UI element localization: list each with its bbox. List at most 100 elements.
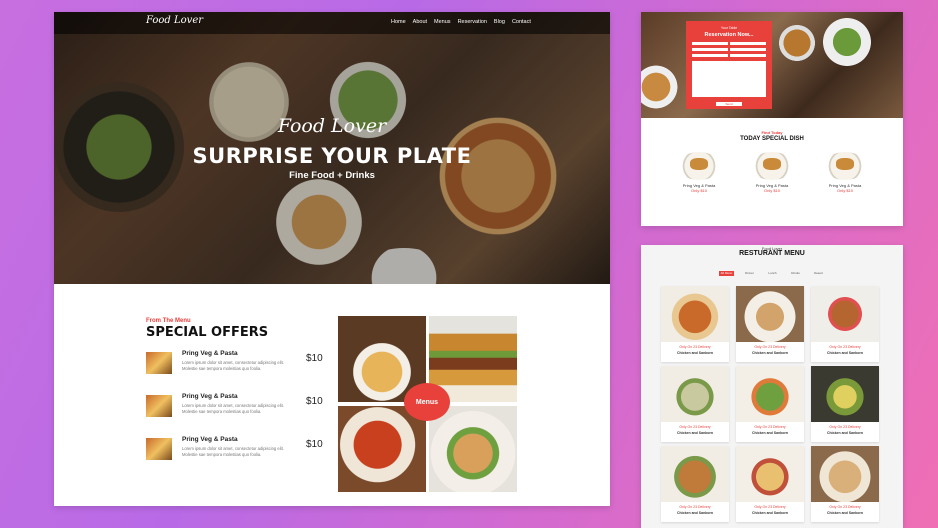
hero-script-title: Food Lover (277, 115, 387, 137)
offer-name: Pring Veg & Pasta (182, 393, 238, 400)
menu-card[interactable]: Only On 23 Delivery Chicken and Sanborn (811, 366, 879, 442)
email-field[interactable] (730, 42, 766, 45)
menu-card-name: Chicken and Sanborn (677, 431, 713, 435)
special-dish-item[interactable]: Pring Veg & Pasta Only $10 (815, 152, 875, 193)
menu-card-price: Only On 23 Delivery (829, 425, 861, 429)
offer-thumbnail (146, 395, 172, 417)
menu-card-price: Only On 23 Delivery (754, 425, 786, 429)
people-field[interactable] (730, 48, 766, 51)
offer-price: $10 (306, 353, 323, 364)
name-field[interactable] (692, 42, 728, 45)
time-field[interactable] (730, 54, 766, 57)
menu-card-image (661, 366, 729, 422)
special-kicker: Find Today (761, 130, 783, 135)
special-title: TODAY SPECIAL DISH (740, 136, 804, 142)
offer-price: $10 (306, 439, 323, 450)
menu-title: RESTURANT MENU (739, 250, 805, 257)
chicken-photo (429, 406, 517, 492)
special-dish-item[interactable]: Pring Veg & Pasta Only $10 (669, 152, 729, 193)
restaurant-menu-preview: Food Lover RESTURANT MENU All Menu Dinne… (641, 245, 903, 528)
offers-kicker: From The Menu (146, 318, 191, 324)
send-button[interactable]: Send (716, 102, 742, 106)
offer-thumbnail (146, 352, 172, 374)
offer-item[interactable]: Pring Veg & Pasta Lorem ipsum dolor sit … (146, 350, 326, 390)
message-field[interactable] (692, 61, 766, 97)
nav-item-blog[interactable]: Blog (494, 19, 505, 25)
menu-card[interactable]: Only On 23 Delivery Chicken and Sanborn (661, 446, 729, 522)
nav-item-home[interactable]: Home (391, 19, 406, 25)
menu-card-name: Chicken and Sanborn (752, 351, 788, 355)
nav-item-contact[interactable]: Contact (512, 19, 531, 25)
tab-lunch[interactable]: Lunch (765, 271, 780, 276)
shrimp-photo (338, 406, 426, 492)
menu-card-price: Only On 23 Delivery (679, 505, 711, 509)
menu-card-image (736, 446, 804, 502)
menu-card[interactable]: Only On 23 Delivery Chicken and Sanborn (661, 286, 729, 362)
reservation-form: Your Table Reservation Now... Send (686, 21, 772, 109)
tab-desert[interactable]: Desert (811, 271, 826, 276)
menu-card[interactable]: Only On 23 Delivery Chicken and Sanborn (736, 366, 804, 442)
form-title: Reservation Now... (704, 32, 754, 38)
dish-price: Only $10 (690, 188, 707, 193)
menu-card-name: Chicken and Sanborn (677, 351, 713, 355)
top-navbar: Food Lover Home About Menus Reservation … (54, 12, 610, 34)
menu-card-image (661, 446, 729, 502)
logo[interactable]: Food Lover (146, 15, 203, 26)
res-dish-mid (776, 22, 818, 64)
offer-price: $10 (306, 396, 323, 407)
res-dish-right (819, 14, 875, 70)
special-dish-item[interactable]: Pring Veg & Pasta Only $10 (742, 152, 802, 193)
menu-card-price: Only On 23 Delivery (679, 345, 711, 349)
offer-description: Lorem ipsum dolor sit amet, consectetur … (182, 446, 284, 457)
main-website-preview: Food Lover Home About Menus Reservation … (54, 12, 610, 506)
hero-subtitle: Fine Food + Drinks (289, 170, 375, 181)
dish-plate (823, 152, 867, 180)
form-kicker: Your Table (720, 26, 738, 30)
tab-dinner[interactable]: Dinner (742, 271, 757, 276)
menu-card-price: Only On 23 Delivery (679, 425, 711, 429)
menu-card-price: Only On 23 Delivery (754, 505, 786, 509)
menu-filter-tabs: All Menu Dinner Lunch Drinks Desert (719, 271, 826, 276)
tab-drinks[interactable]: Drinks (788, 271, 803, 276)
menu-card-name: Chicken and Sanborn (752, 511, 788, 515)
nav-item-reservation[interactable]: Reservation (458, 19, 487, 25)
tab-all-menu[interactable]: All Menu (719, 271, 734, 276)
menu-card-name: Chicken and Sanborn (827, 511, 863, 515)
offer-thumbnail (146, 438, 172, 460)
menu-card[interactable]: Only On 23 Delivery Chicken and Sanborn (661, 366, 729, 442)
menu-card-name: Chicken and Sanborn (677, 511, 713, 515)
menu-card-image (736, 366, 804, 422)
menu-card-name: Chicken and Sanborn (752, 431, 788, 435)
menu-card-image (811, 366, 879, 422)
menu-card-price: Only On 23 Delivery (829, 345, 861, 349)
dish-price: Only $10 (763, 188, 780, 193)
nav-item-about[interactable]: About (413, 19, 427, 25)
menu-card-image (736, 286, 804, 342)
offer-name: Pring Veg & Pasta (182, 436, 238, 443)
phone-field[interactable] (692, 48, 728, 51)
menu-card-image (661, 286, 729, 342)
offers-title: SPECIAL OFFERS (146, 325, 269, 340)
menu-card[interactable]: Only On 23 Delivery Chicken and Sanborn (811, 446, 879, 522)
dish-plate (677, 152, 721, 180)
offer-description: Lorem ipsum dolor sit amet, consectetur … (182, 360, 284, 371)
dish-price: Only $10 (836, 188, 853, 193)
menu-card[interactable]: Only On 23 Delivery Chicken and Sanborn (811, 286, 879, 362)
menu-card[interactable]: Only On 23 Delivery Chicken and Sanborn (736, 286, 804, 362)
nav-item-menus[interactable]: Menus (434, 19, 451, 25)
menu-card-image (811, 286, 879, 342)
menu-card-image (811, 446, 879, 502)
menus-button[interactable]: Menus (404, 383, 450, 421)
nav-menu: Home About Menus Reservation Blog Contac… (391, 19, 531, 25)
hero-banner: Food Lover Home About Menus Reservation … (54, 12, 610, 284)
menu-card-name: Chicken and Sanborn (827, 431, 863, 435)
hero-title: SURPRISE YOUR PLATE (192, 144, 472, 168)
offer-item[interactable]: Pring Veg & Pasta Lorem ipsum dolor sit … (146, 393, 326, 433)
offer-item[interactable]: Pring Veg & Pasta Lorem ipsum dolor sit … (146, 436, 326, 476)
offer-name: Pring Veg & Pasta (182, 350, 238, 357)
res-dish-left (641, 62, 681, 112)
menu-card-price: Only On 23 Delivery (829, 505, 861, 509)
date-field[interactable] (692, 54, 728, 57)
menu-card-name: Chicken and Sanborn (827, 351, 863, 355)
menu-card[interactable]: Only On 23 Delivery Chicken and Sanborn (736, 446, 804, 522)
